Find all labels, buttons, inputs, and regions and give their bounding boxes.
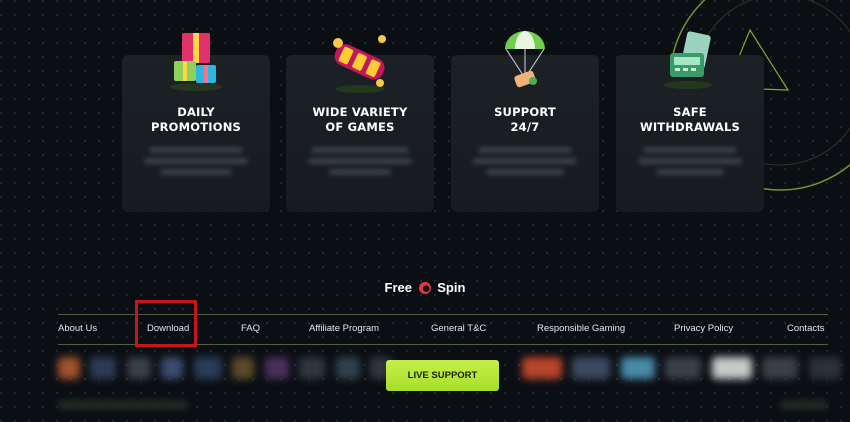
feature-title: SUPPORT 24/7 [494, 105, 556, 134]
download-highlight-box [135, 300, 197, 347]
footer-link-faq[interactable]: FAQ [241, 323, 260, 334]
feature-description [638, 147, 742, 180]
live-support-button[interactable]: LIVE SUPPORT [386, 360, 499, 391]
footer-link-responsible-gaming[interactable]: Responsible Gaming [537, 323, 625, 334]
footer-blurred-text [58, 400, 188, 410]
gift-boxes-icon [170, 33, 222, 91]
footer-link-privacy-policy[interactable]: Privacy Policy [674, 323, 733, 334]
feature-description [144, 147, 248, 180]
brand-logo[interactable]: Free Spin [0, 280, 850, 295]
features-section: DAILY PROMOTIONS WIDE VARIETY OF GAMES S… [0, 0, 850, 215]
payment-logos-right [522, 357, 847, 387]
footer-link-affiliate-program[interactable]: Affiliate Program [309, 323, 379, 334]
feature-card-support: SUPPORT 24/7 [451, 31, 599, 212]
page: DAILY PROMOTIONS WIDE VARIETY OF GAMES S… [0, 0, 850, 422]
footer-blurred-badge [780, 400, 828, 410]
feature-title: WIDE VARIETY OF GAMES [312, 105, 408, 134]
brand-name-part1: Free [384, 280, 413, 295]
footer-link-contacts[interactable]: Contacts [787, 323, 825, 334]
feature-title: DAILY PROMOTIONS [150, 105, 242, 134]
feature-card-withdrawals: SAFE WITHDRAWALS [616, 31, 764, 212]
brand-name-part2: Spin [437, 280, 466, 295]
feature-card-games: WIDE VARIETY OF GAMES [286, 35, 434, 212]
footer-link-about-us[interactable]: About Us [58, 323, 97, 334]
feature-description [473, 147, 577, 180]
parachute-money-icon [505, 31, 545, 88]
payment-logos-left [58, 357, 398, 387]
feature-title: SAFE WITHDRAWALS [639, 105, 741, 134]
footer-link-general-tc[interactable]: General T&C [431, 323, 486, 334]
slot-reel-icon [333, 35, 386, 93]
feature-description [308, 147, 412, 180]
red-ring-logo-icon [418, 282, 431, 294]
feature-card-daily-promotions: DAILY PROMOTIONS [122, 33, 270, 212]
card-terminal-icon [664, 31, 712, 89]
